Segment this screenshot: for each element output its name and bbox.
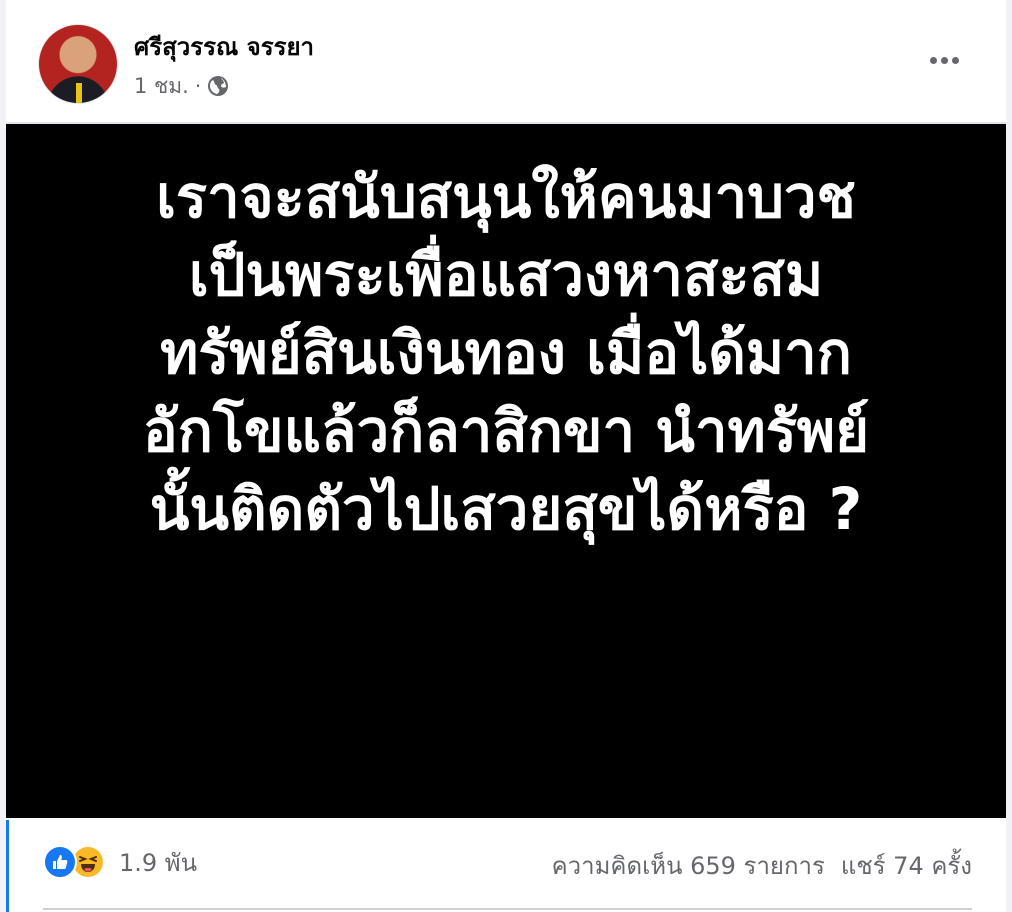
post-time[interactable]: 1 ชม. — [134, 70, 189, 103]
comment-count-link[interactable]: ความคิดเห็น 659 รายการ — [552, 846, 825, 885]
author-name[interactable]: ศรีสุวรรณ จรรยา — [134, 27, 314, 66]
image-text-line: ทรัพย์สินเงินทอง เมื่อได้มาก — [160, 319, 852, 387]
post-image-text: เราจะสนับสนุนให้คนมาบวช เป็นพระเพื่อแสวง… — [66, 158, 946, 548]
reaction-count[interactable]: 1.9 พัน — [119, 843, 197, 882]
avatar-tie-detail — [76, 83, 82, 103]
footer-divider — [43, 908, 972, 910]
reactions-summary[interactable]: 1.9 พัน — [43, 844, 197, 880]
post-card: ศรีสุวรรณ จรรยา 1 ชม. · เราจะสนับสนุนให้… — [6, 0, 1006, 912]
image-text-line: อักโขแล้วก็ลาสิกขา นำทรัพย์ — [142, 397, 870, 465]
image-text-line: เราจะสนับสนุนให้คนมาบวช — [156, 163, 856, 231]
globe-icon[interactable] — [207, 75, 229, 97]
image-text-line: นั้นติดตัวไปเสวยสุขได้หรือ ? — [149, 475, 863, 543]
post-meta: 1 ชม. · — [134, 72, 229, 100]
more-options-icon[interactable] — [924, 48, 964, 72]
share-count-link[interactable]: แชร์ 74 ครั้ง — [841, 846, 972, 885]
post-footer: 1.9 พัน ความคิดเห็น 659 รายการ แชร์ 74 ค… — [6, 820, 1006, 912]
post-stats: ความคิดเห็น 659 รายการ แชร์ 74 ครั้ง — [552, 846, 972, 885]
avatar[interactable] — [38, 24, 118, 104]
image-text-line: เป็นพระเพื่อแสวงหาสะสม — [188, 241, 824, 309]
like-icon — [43, 845, 77, 879]
meta-separator: · — [194, 74, 202, 98]
post-header: ศรีสุวรรณ จรรยา 1 ชม. · — [6, 0, 1006, 120]
